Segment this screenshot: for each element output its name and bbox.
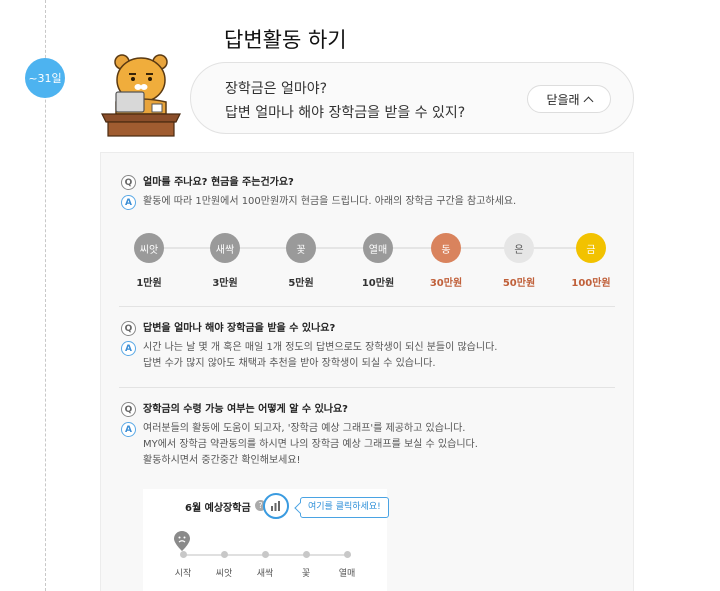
divider <box>119 387 615 388</box>
chevron-up-icon <box>583 96 594 106</box>
level-5: 동 30만원 <box>416 233 476 289</box>
close-button[interactable]: 닫을래 <box>527 85 611 113</box>
faq-question: 답변을 얼마나 해야 장학금을 받을 수 있나요? <box>143 323 336 334</box>
level-badge: 꽃 <box>286 233 316 263</box>
ryan-character-icon <box>101 54 181 137</box>
sad-face-pin-icon <box>174 531 190 551</box>
section-title: 답변활동 하기 <box>224 28 347 52</box>
divider <box>119 306 615 307</box>
level-amount: 1만원 <box>136 278 162 289</box>
question-icon: Q <box>121 402 136 417</box>
progress-stage-label: 새싹 <box>256 569 274 579</box>
faq-panel: Q 얼마를 주나요? 현금을 주는건가요? A 활동에 따라 1만원에서 100… <box>100 152 634 591</box>
faq-item-3: Q 장학금의 수령 가능 여부는 어떻게 알 수 있나요? A 여러분들의 활동… <box>121 401 478 469</box>
level-4: 열매 10만원 <box>348 233 408 289</box>
level-7: 금 100만원 <box>561 233 621 289</box>
level-badge: 은 <box>504 233 534 263</box>
answer-icon: A <box>121 422 136 437</box>
faq-answer: 시간 나는 날 몇 개 혹은 매일 1개 정도의 답변으로도 장학생이 되신 분… <box>143 342 498 369</box>
level-badge: 새싹 <box>210 233 240 263</box>
progress-dot <box>344 551 351 558</box>
level-badge: 동 <box>431 233 461 263</box>
progress-stage-label: 시작 <box>174 569 192 579</box>
level-6: 은 50만원 <box>489 233 549 289</box>
level-amount: 30만원 <box>429 278 463 289</box>
bubble-question-1: 장학금은 얼마야? <box>225 81 328 97</box>
level-amount: 3만원 <box>212 278 238 289</box>
level-amount: 100만원 <box>571 278 611 289</box>
question-icon: Q <box>121 175 136 190</box>
faq-answer: 활동에 따라 1만원에서 100만원까지 현금을 드립니다. 아래의 장학금 구… <box>143 196 517 207</box>
bar-chart-icon <box>271 501 280 511</box>
progress-stage-label: 씨앗 <box>215 569 233 579</box>
level-2: 새싹 3만원 <box>195 233 255 289</box>
faq-item-2: Q 답변을 얼마나 해야 장학금을 받을 수 있나요? A 시간 나는 날 몇 … <box>121 320 497 372</box>
question-icon: Q <box>121 321 136 336</box>
level-amount: 10만원 <box>361 278 395 289</box>
level-badge: 금 <box>576 233 606 263</box>
level-amount: 5만원 <box>288 278 314 289</box>
click-here-tooltip[interactable]: 여기를 클릭하세요! <box>300 497 389 518</box>
progress-dot <box>262 551 269 558</box>
date-badge: ~31일 <box>25 58 65 98</box>
progress-dot <box>303 551 310 558</box>
graph-button[interactable] <box>263 493 289 519</box>
level-badge: 씨앗 <box>134 233 164 263</box>
progress-stage-label: 꽃 <box>301 569 311 579</box>
level-badge: 열매 <box>363 233 393 263</box>
progress-stage-label: 열매 <box>338 569 356 579</box>
scholarship-graph-card: 6월 예상장학금 ? 여기를 클릭하세요! 시작 씨앗 새싹 꽃 열매 <box>143 489 389 591</box>
progress-dot <box>221 551 228 558</box>
level-3: 꽃 5만원 <box>271 233 331 289</box>
level-amount: 50만원 <box>502 278 536 289</box>
close-label: 닫을래 <box>546 92 580 107</box>
speech-bubble: 장학금은 얼마야? 답변 얼마나 해야 장학금을 받을 수 있지? 닫을래 <box>190 62 634 134</box>
answer-icon: A <box>121 341 136 356</box>
faq-question: 얼마를 주나요? 현금을 주는건가요? <box>143 177 294 188</box>
progress-dot <box>180 551 187 558</box>
faq-item-1: Q 얼마를 주나요? 현금을 주는건가요? A 활동에 따라 1만원에서 100… <box>121 174 516 210</box>
scholarship-levels: 씨앗 1만원 새싹 3만원 꽃 5만원 열매 10만원 동 30만원 은 50만원 금 100만원 <box>123 233 613 293</box>
level-1: 씨앗 1만원 <box>119 233 179 289</box>
graph-title: 6월 예상장학금 <box>185 503 251 514</box>
faq-question: 장학금의 수령 가능 여부는 어떻게 알 수 있나요? <box>143 404 348 415</box>
answer-icon: A <box>121 195 136 210</box>
faq-answer: 여러분들의 활동에 도움이 되고자, '장학금 예상 그래프'를 제공하고 있습… <box>143 423 478 466</box>
bubble-question-2: 답변 얼마나 해야 장학금을 받을 수 있지? <box>225 105 466 121</box>
